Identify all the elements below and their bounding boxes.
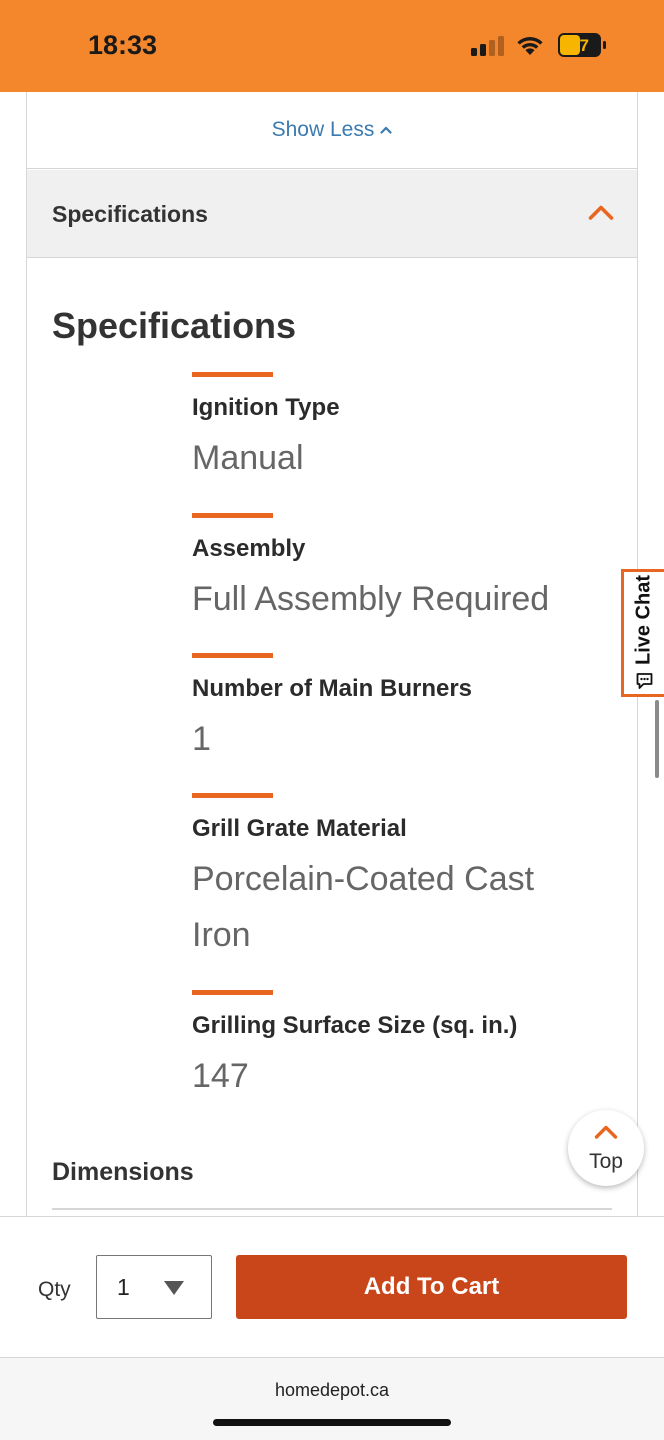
qty-label: Qty <box>38 1278 71 1301</box>
status-bar: 18:33 47 <box>0 0 664 92</box>
caret-down-icon <box>164 1281 184 1295</box>
spec-label: Grilling Surface Size (sq. in.) <box>192 1012 518 1039</box>
battery-level: 47 <box>570 36 589 55</box>
add-to-cart-button[interactable]: Add To Cart <box>236 1255 627 1319</box>
qty-value: 1 <box>117 1274 130 1300</box>
spec-label: Ignition Type <box>192 394 340 421</box>
spec-value: 147 <box>192 1057 249 1095</box>
back-to-top-label: Top <box>589 1150 623 1173</box>
sticky-cart-bar: Qty 1 Add To Cart <box>0 1216 664 1358</box>
spec-value: Full Assembly Required <box>192 580 550 618</box>
status-time: 18:33 <box>88 30 158 60</box>
live-chat-content: Live Chat <box>633 575 656 691</box>
live-chat-tab[interactable]: Live Chat <box>621 569 664 697</box>
spec-item: Grill Grate Material Porcelain-Coated Ca… <box>192 793 592 963</box>
chevron-up-icon <box>594 1125 618 1139</box>
spec-accent-bar <box>192 990 273 995</box>
spec-value: Manual <box>192 439 304 477</box>
dimensions-heading[interactable]: Dimensions <box>52 1158 194 1187</box>
scrollbar[interactable] <box>655 700 659 778</box>
divider <box>52 1208 612 1210</box>
product-page: 18:33 47 Show Less Specifications Specif… <box>0 0 664 1440</box>
spec-accent-bar <box>192 653 273 658</box>
chevron-up-icon <box>588 205 614 220</box>
spec-item: Number of Main Burners 1 <box>192 653 612 767</box>
specifications-accordion-header[interactable]: Specifications <box>27 170 637 258</box>
battery-icon: 47 <box>558 33 606 57</box>
specifications-title: Specifications <box>52 305 297 346</box>
qty-select[interactable]: 1 <box>96 1255 212 1319</box>
chevron-up-icon <box>380 126 392 134</box>
back-to-top-button[interactable]: Top <box>568 1110 644 1186</box>
show-less-label: Show Less <box>271 118 375 141</box>
spec-item: Grilling Surface Size (sq. in.) 147 <box>192 990 612 1104</box>
spec-accent-bar <box>192 793 273 798</box>
show-less-link[interactable]: Show Less <box>27 92 637 169</box>
spec-accent-bar <box>192 372 273 377</box>
spec-value: 1 <box>192 720 211 758</box>
spec-label: Assembly <box>192 535 306 562</box>
browser-address-bar: homedepot.ca <box>0 1358 664 1440</box>
spec-label: Number of Main Burners <box>192 675 473 702</box>
url-text[interactable]: homedepot.ca <box>0 1380 664 1401</box>
spec-value: Porcelain-Coated Cast Iron <box>192 860 535 954</box>
spec-item: Assembly Full Assembly Required <box>192 513 612 627</box>
live-chat-label: Live Chat <box>632 574 655 666</box>
spec-item: Ignition Type Manual <box>192 372 612 486</box>
wifi-icon <box>517 37 543 55</box>
accordion-title: Specifications <box>52 201 208 227</box>
spec-label: Grill Grate Material <box>192 815 407 842</box>
home-indicator[interactable] <box>213 1419 451 1426</box>
signal-icon <box>471 36 505 56</box>
chat-bubble-icon <box>636 673 652 689</box>
spec-accent-bar <box>192 513 273 518</box>
